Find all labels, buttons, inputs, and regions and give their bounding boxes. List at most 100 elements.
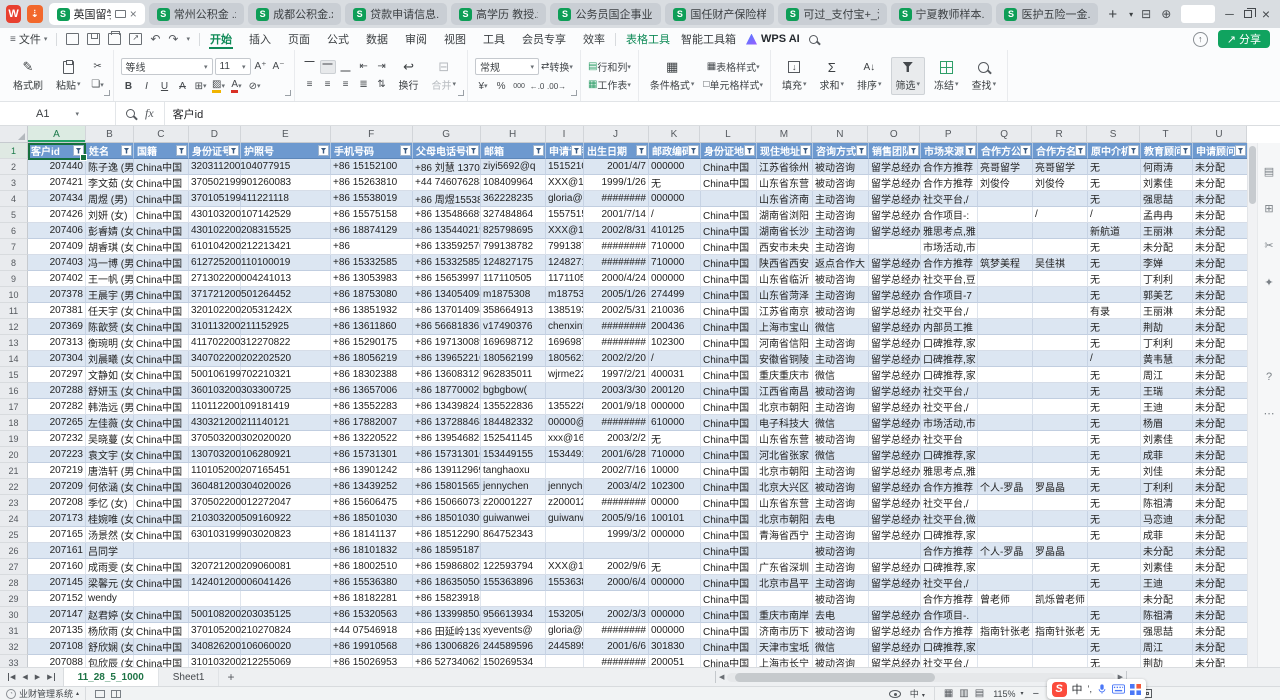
column-header-L[interactable]: L <box>700 126 756 143</box>
cell[interactable]: China中国 <box>134 639 189 655</box>
cell[interactable]: 季忆 (女) <box>86 495 134 511</box>
cell[interactable]: 207313 <box>28 335 86 351</box>
thousands-icon[interactable]: 000 <box>511 79 527 93</box>
cell[interactable]: 430321200211140121 <box>189 415 241 431</box>
cell[interactable]: 无 <box>1088 367 1141 383</box>
cell[interactable]: 710000 <box>649 239 701 255</box>
column-header-G[interactable]: G <box>413 126 481 143</box>
cell[interactable]: 2003/3/30 <box>584 383 649 399</box>
cell[interactable] <box>978 207 1033 223</box>
cell[interactable]: 10000 <box>649 463 701 479</box>
filter-dropdown-button[interactable] <box>1020 145 1031 156</box>
cell[interactable]: 2001/7/14 <box>584 207 649 223</box>
cell[interactable]: 207147 <box>28 607 86 623</box>
increase-font-icon[interactable]: A⁺ <box>253 60 269 74</box>
cell[interactable]: ######## <box>584 319 649 335</box>
cell[interactable]: 包欣辰 (女 <box>86 655 134 667</box>
cell[interactable]: 2001/4/7 <box>584 159 649 175</box>
cell[interactable]: 无 <box>1088 255 1141 271</box>
cell[interactable] <box>481 543 546 559</box>
cell[interactable]: 102300 <box>649 335 701 351</box>
cell[interactable]: 无 <box>649 559 701 575</box>
insert-function-icon[interactable]: fx <box>145 106 154 121</box>
cell[interactable]: 荆劼 <box>1141 655 1193 667</box>
cell[interactable]: 未分配 <box>1193 655 1247 667</box>
cell[interactable]: +86 1533258500 <box>413 255 481 271</box>
cell[interactable]: 口碑推荐,家 <box>921 367 978 383</box>
cell[interactable]: 无 <box>1088 191 1141 207</box>
cell[interactable]: China中国 <box>701 335 757 351</box>
cell[interactable]: 王迪 <box>1141 575 1193 591</box>
cell[interactable] <box>978 607 1033 623</box>
cell[interactable]: China中国 <box>701 207 757 223</box>
row-number[interactable]: 23 <box>0 495 28 511</box>
cell[interactable] <box>1033 639 1088 655</box>
cell[interactable]: 内部员工推 <box>921 319 978 335</box>
column-header-C[interactable]: C <box>134 126 189 143</box>
cell[interactable]: 刘素佳 <box>1141 431 1193 447</box>
cell[interactable]: 无 <box>1088 527 1141 543</box>
cell[interactable]: 未分配 <box>1193 335 1247 351</box>
cell[interactable]: 未分配 <box>1193 511 1247 527</box>
cell[interactable]: 口碑推荐,家 <box>921 559 978 575</box>
cell[interactable]: 未分配 <box>1193 351 1247 367</box>
cell[interactable] <box>649 591 701 607</box>
cell[interactable]: 340702200202202520 <box>189 351 241 367</box>
cell[interactable]: 社交平台,微 <box>921 511 978 527</box>
filter-dropdown-button[interactable] <box>744 145 755 156</box>
cell[interactable]: chenxinyur <box>546 319 584 335</box>
row-number[interactable]: 20 <box>0 447 28 463</box>
font-name-select[interactable]: 等线▾ <box>121 58 213 75</box>
ime-punctuation-icon[interactable]: ’, <box>1088 684 1093 694</box>
cell[interactable]: 丁利利 <box>1141 479 1193 495</box>
cell[interactable]: 留学总经办 <box>869 287 921 303</box>
cell[interactable]: 825798695 <box>481 223 546 239</box>
column-header-E[interactable]: E <box>241 126 331 143</box>
cell[interactable]: 无 <box>1088 383 1141 399</box>
cell[interactable]: +86 1354402198 <box>413 223 481 239</box>
currency-icon[interactable]: ¥▾ <box>475 79 491 93</box>
cell[interactable]: 430103200107142529 <box>189 207 241 223</box>
cell[interactable]: 2002/5/31 <box>584 303 649 319</box>
cell[interactable]: 未分配 <box>1193 543 1247 559</box>
minimize-button[interactable]: ─ <box>1225 7 1234 21</box>
cell[interactable]: China中国 <box>134 319 189 335</box>
cell[interactable]: 刘俊伶 <box>978 175 1033 191</box>
cell[interactable]: China中国 <box>701 607 757 623</box>
cell[interactable]: 2001/9/18 <box>584 399 649 415</box>
cell[interactable]: China中国 <box>701 495 757 511</box>
cell[interactable]: 710000 <box>649 255 701 271</box>
cell[interactable]: +86 157313016 <box>413 447 481 463</box>
cell[interactable]: 无 <box>1088 639 1141 655</box>
formula-search-icon[interactable] <box>126 109 135 118</box>
row-number[interactable]: 11 <box>0 303 28 319</box>
cell[interactable]: 无 <box>1088 287 1141 303</box>
cell[interactable]: 留学总经办 <box>869 191 921 207</box>
cell[interactable]: 未分配 <box>1141 591 1193 607</box>
ime-tools-grid-icon[interactable] <box>1130 684 1141 695</box>
cell[interactable]: 864752343 <box>481 527 546 543</box>
cell[interactable]: +86 15026953 <box>331 655 413 667</box>
cell[interactable]: 207434 <box>28 191 86 207</box>
row-number[interactable]: 33 <box>0 655 28 667</box>
cell[interactable]: China中国 <box>134 399 189 415</box>
scroll-left-icon[interactable]: ◀ <box>719 673 724 681</box>
increase-indent-icon[interactable]: ⇥ <box>374 60 390 74</box>
cell[interactable]: 广东省深圳 <box>757 559 813 575</box>
cell[interactable]: 口碑推荐,家 <box>921 639 978 655</box>
cell[interactable]: 亮哥留学 <box>1033 159 1088 175</box>
cell[interactable]: 184482332 <box>481 415 546 431</box>
find-button[interactable]: 查找▾ <box>968 58 1001 94</box>
cell[interactable]: 天津市宝坻 <box>757 639 813 655</box>
menu-item[interactable]: 数据 <box>365 29 389 49</box>
cell[interactable]: 180562199 <box>481 351 546 367</box>
filter-button[interactable]: 筛选▾ <box>891 57 926 95</box>
cell[interactable]: China中国 <box>134 479 189 495</box>
cell[interactable]: 310103200212255069 <box>189 655 241 667</box>
cell[interactable] <box>1033 527 1088 543</box>
cell[interactable]: China中国 <box>134 159 189 175</box>
cell[interactable]: +86 15320563 <box>331 607 413 623</box>
filter-dropdown-button[interactable] <box>121 145 132 156</box>
restore-button[interactable] <box>1244 10 1252 18</box>
sheet-tab[interactable]: Sheet1 <box>159 668 220 686</box>
